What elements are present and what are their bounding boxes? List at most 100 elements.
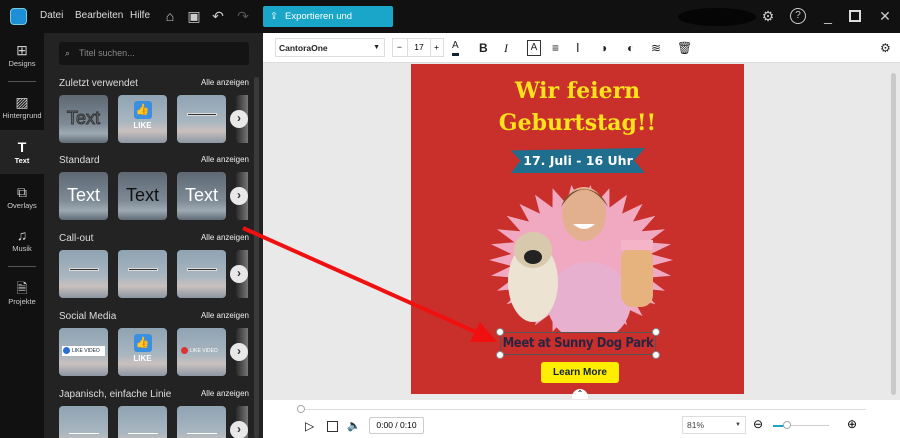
undo-icon[interactable]: ↶	[210, 8, 226, 24]
resize-handle[interactable]	[496, 351, 504, 359]
chevron-down-icon: ▼	[735, 422, 741, 428]
save-icon[interactable]: ▣	[186, 8, 202, 24]
template-thumbnail[interactable]: 👍 LIKE	[118, 328, 167, 376]
app-logo	[10, 8, 27, 25]
delete-icon[interactable]: 🗑	[677, 40, 692, 56]
sidebar-item-musik[interactable]: ♫ Musik	[0, 226, 44, 253]
headline-line1[interactable]: Wir feiern	[411, 78, 744, 104]
menu-hilfe[interactable]: Hilfe	[130, 10, 150, 21]
italic-icon[interactable]: I	[504, 40, 508, 56]
show-all-link[interactable]: Alle anzeigen	[201, 78, 249, 87]
zoom-slider-thumb[interactable]	[783, 421, 791, 429]
template-thumbnail[interactable]: LIKE VIDEO	[59, 328, 108, 376]
show-all-link[interactable]: Alle anzeigen	[201, 233, 249, 242]
expand-timeline-button[interactable]: ⌃	[572, 389, 588, 399]
show-all-link[interactable]: Alle anzeigen	[201, 311, 249, 320]
template-thumbnail[interactable]	[177, 406, 226, 438]
headline-line2[interactable]: Geburtstag!!	[411, 110, 744, 136]
help-icon[interactable]: ?	[790, 8, 806, 24]
learn-more-button[interactable]: Learn More	[541, 362, 619, 383]
pug-muzzle	[524, 250, 542, 264]
template-thumbnail[interactable]	[177, 95, 226, 143]
close-icon[interactable]: ✕	[877, 8, 893, 24]
template-thumbnail[interactable]: 👍 LIKE	[118, 95, 167, 143]
sidebar-item-projekte[interactable]: 🗎 Projekte	[0, 279, 44, 306]
like-label: LIKE	[133, 354, 152, 363]
resize-handle[interactable]	[652, 328, 660, 336]
template-thumbnail[interactable]: Text	[118, 172, 167, 220]
template-thumbnail[interactable]	[59, 406, 108, 438]
text-color-icon[interactable]: A	[452, 40, 459, 56]
projects-icon: 🗎	[16, 280, 28, 296]
thumb-text: Text	[66, 108, 100, 129]
resize-handle[interactable]	[652, 351, 660, 359]
template-thumbnail[interactable]	[118, 406, 167, 438]
font-size-input[interactable]: 17	[407, 39, 431, 56]
export-button[interactable]: ⇪Exportieren und Freigeben	[263, 6, 393, 43]
chevron-right-icon[interactable]: ›	[230, 421, 248, 438]
bold-icon[interactable]: B	[479, 40, 488, 56]
layout-icon: ⊞	[16, 42, 28, 58]
label: Text	[14, 156, 30, 165]
volume-icon[interactable]: 🔈	[347, 419, 361, 432]
sidebar-item-hintergrund[interactable]: ▨ Hintergrund	[0, 93, 44, 120]
menu-bearbeiten[interactable]: Bearbeiten	[75, 10, 123, 21]
chevron-right-icon[interactable]: ›	[230, 187, 248, 205]
sidebar-item-designs[interactable]: ⊞ Designs	[0, 41, 44, 68]
resize-handle[interactable]	[496, 328, 504, 336]
stop-icon[interactable]	[327, 421, 338, 432]
sidebar-rail: ⊞ Designs ▨ Hintergrund T Text ⧉ Overlays ♫ M…	[0, 33, 44, 438]
menu-datei[interactable]: Datei	[40, 10, 63, 21]
design-canvas[interactable]: Wir feiern Geburtstag!! 17. Juli - 16 Uh…	[411, 64, 744, 394]
template-thumbnail[interactable]: Text	[59, 95, 108, 143]
simple-line	[127, 433, 158, 435]
label: Overlays	[7, 201, 37, 210]
template-thumbnail[interactable]: LIKE VIDEO	[177, 328, 226, 376]
sidebar-item-overlays[interactable]: ⧉ Overlays	[0, 183, 44, 210]
selected-text-meet[interactable]: Meet at Sunny Dog Park	[500, 332, 656, 355]
search-input[interactable]: ⌕ Titel suchen...	[59, 42, 249, 65]
align-center-icon[interactable]: ≡	[552, 40, 559, 56]
show-all-link[interactable]: Alle anzeigen	[201, 389, 249, 398]
template-thumbnail[interactable]: Text	[177, 172, 226, 220]
template-thumbnail[interactable]	[59, 250, 108, 298]
text-icon: T	[17, 139, 27, 155]
zoom-in-icon[interactable]: ⊕	[847, 417, 857, 431]
template-thumbnail[interactable]	[118, 250, 167, 298]
time-display: 0:00 / 0:10	[369, 417, 424, 434]
blend-icon[interactable]: ◐	[627, 40, 634, 56]
chevron-right-icon[interactable]: ›	[230, 265, 248, 283]
play-icon[interactable]: ▷	[305, 419, 314, 433]
template-thumbnail[interactable]	[177, 250, 226, 298]
photo-starburst[interactable]	[471, 172, 691, 332]
date-banner[interactable]: 17. Juli - 16 Uhr	[511, 148, 645, 173]
text-box-icon[interactable]: A	[527, 40, 541, 56]
timeline-track[interactable]	[301, 409, 866, 410]
account-avatar[interactable]	[678, 8, 756, 26]
sidebar-item-text[interactable]: T Text	[0, 130, 44, 174]
decrease-size-button[interactable]: −	[397, 39, 402, 56]
font-size-stepper[interactable]: − 17 +	[392, 38, 444, 57]
redo-icon[interactable]: ↷	[235, 8, 251, 24]
show-all-link[interactable]: Alle anzeigen	[201, 155, 249, 164]
font-select[interactable]: CantoraOne ▼	[275, 38, 385, 57]
home-icon[interactable]: ⌂	[162, 8, 178, 24]
section-title: Japanisch, einfache Linie	[59, 389, 172, 400]
increase-size-button[interactable]: +	[434, 39, 439, 56]
zoom-slider[interactable]	[773, 425, 829, 427]
zoom-select[interactable]: 81% ▼	[682, 416, 746, 434]
canvas-scrollbar[interactable]	[891, 73, 896, 395]
template-thumbnail[interactable]: Text	[59, 172, 108, 220]
maximize-icon[interactable]	[849, 10, 861, 22]
chevron-right-icon[interactable]: ›	[230, 110, 248, 128]
zoom-out-icon[interactable]: ⊖	[753, 417, 763, 431]
layers-icon[interactable]: ≋	[651, 40, 661, 56]
settings-panel-icon[interactable]: ⚙	[880, 40, 891, 56]
line-spacing-icon[interactable]: Ⅰ	[576, 40, 580, 56]
opacity-icon[interactable]: ◑	[600, 40, 607, 56]
panel-scrollbar[interactable]	[254, 77, 259, 438]
chevron-right-icon[interactable]: ›	[230, 343, 248, 361]
settings-icon[interactable]: ⚙	[760, 8, 776, 24]
minimize-icon[interactable]: _	[820, 8, 836, 24]
timeline-scrubber[interactable]	[297, 405, 305, 413]
